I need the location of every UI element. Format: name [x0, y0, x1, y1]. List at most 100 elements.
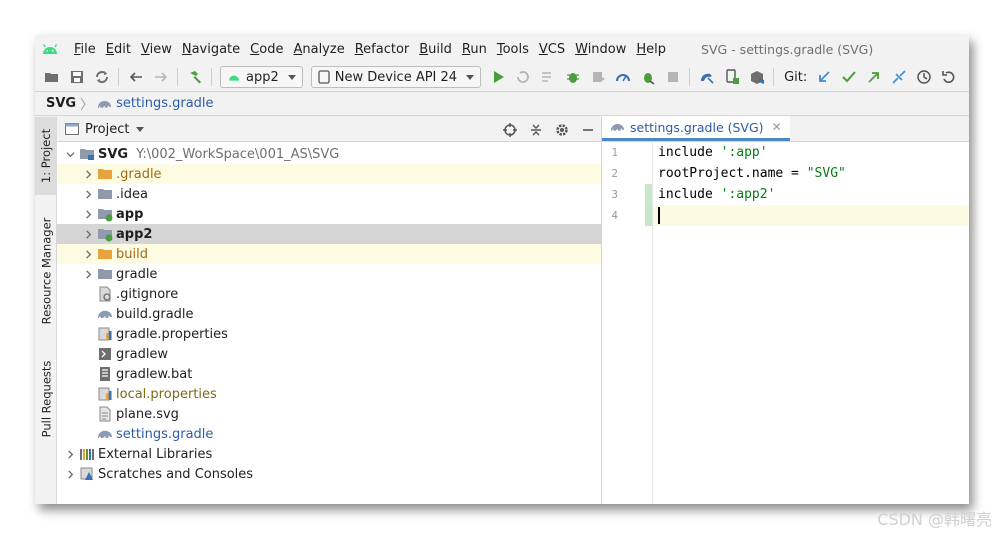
avd-manager-icon[interactable]	[719, 66, 744, 88]
module-selector[interactable]: app2	[220, 66, 303, 88]
stop-icon[interactable]	[660, 66, 685, 88]
sdk-manager-icon[interactable]	[744, 66, 769, 88]
git-history-icon[interactable]	[911, 66, 936, 88]
code-area[interactable]: 1 2 3 4 include ':app' rootProject.name …	[602, 142, 969, 504]
menu-analyze[interactable]: Analyze	[288, 42, 349, 57]
chevron-down-icon[interactable]	[136, 126, 145, 132]
line-number: 1	[611, 146, 618, 159]
properties-file-icon	[97, 326, 113, 342]
vcs-change-marker[interactable]	[645, 184, 652, 226]
locate-target-icon[interactable]	[497, 119, 523, 141]
git-update-icon[interactable]	[811, 66, 836, 88]
menu-run[interactable]: Run	[457, 42, 492, 57]
collapsed-arrow-icon[interactable]	[63, 447, 77, 461]
text-cursor	[658, 207, 660, 224]
menu-tools[interactable]: Tools	[492, 42, 534, 57]
tree-item-label: gradle	[116, 266, 158, 282]
tool-tab-pull-requests[interactable]: Pull Requests	[35, 349, 57, 449]
tree-item-gitignore[interactable]: .gitignore	[57, 284, 601, 304]
coverage-icon[interactable]	[585, 66, 610, 88]
menu-vcs[interactable]: VCS	[534, 42, 570, 57]
menu-edit[interactable]: Edit	[101, 42, 136, 57]
git-push-icon[interactable]	[861, 66, 886, 88]
collapsed-arrow-icon[interactable]	[81, 187, 95, 201]
tree-item-settings-gradle[interactable]: settings.gradle	[57, 424, 601, 444]
collapsed-arrow-icon[interactable]	[81, 167, 95, 181]
menu-code[interactable]: Code	[245, 42, 288, 57]
project-panel-title[interactable]: Project	[85, 122, 129, 137]
ide-window: File Edit View Navigate Code Analyze Ref…	[35, 35, 969, 504]
tree-item-build[interactable]: build	[57, 244, 601, 264]
tree-item-app[interactable]: app	[57, 204, 601, 224]
code-keyword-text: include	[658, 187, 721, 202]
tree-item-dot-gradle[interactable]: .gradle	[57, 164, 601, 184]
open-folder-icon[interactable]	[39, 66, 64, 88]
settings-gear-icon[interactable]	[549, 119, 575, 141]
editor-tab-settings-gradle[interactable]: settings.gradle (SVG) ✕	[602, 116, 790, 141]
tool-tab-resource-manager[interactable]: Resource Manager	[35, 207, 57, 335]
library-icon	[79, 446, 95, 462]
tool-tab-project[interactable]: 1: Project	[35, 117, 57, 195]
tree-item-scratches[interactable]: Scratches and Consoles	[57, 464, 601, 484]
collapsed-arrow-icon[interactable]	[81, 227, 95, 241]
android-logo-icon	[42, 44, 58, 54]
code-lines[interactable]: include ':app' rootProject.name = "SVG" …	[653, 142, 969, 504]
attach-debugger-icon[interactable]	[635, 66, 660, 88]
menu-view[interactable]: View	[136, 42, 177, 57]
device-selector[interactable]: New Device API 24	[310, 66, 482, 88]
expanded-arrow-icon[interactable]	[63, 147, 77, 161]
git-merge-icon[interactable]	[886, 66, 911, 88]
apply-code-changes-icon[interactable]	[535, 66, 560, 88]
tree-item-gradlew[interactable]: gradlew	[57, 344, 601, 364]
menu-window[interactable]: Window	[570, 42, 631, 57]
git-label: Git:	[784, 69, 808, 85]
tree-item-local-properties[interactable]: local.properties	[57, 384, 601, 404]
tree-item-gradle[interactable]: gradle	[57, 264, 601, 284]
chevron-down-icon	[287, 74, 296, 80]
menu-refactor[interactable]: Refactor	[350, 42, 415, 57]
tree-root-svg[interactable]: SVG Y:\002_WorkSpace\001_AS\SVG	[57, 144, 601, 164]
code-line-current[interactable]	[653, 205, 969, 226]
apply-changes-icon[interactable]	[510, 66, 535, 88]
tree-item-build-gradle[interactable]: build.gradle	[57, 304, 601, 324]
profile-gauge-icon[interactable]	[610, 66, 635, 88]
watermark: CSDN @韩曙亮	[877, 510, 992, 529]
collapse-all-icon[interactable]	[523, 119, 549, 141]
sync-icon[interactable]	[89, 66, 114, 88]
back-arrow-icon[interactable]	[123, 66, 148, 88]
collapsed-arrow-icon[interactable]	[81, 247, 95, 261]
tree-item-idea[interactable]: .idea	[57, 184, 601, 204]
gradle-sync-icon[interactable]	[694, 66, 719, 88]
menu-navigate[interactable]: Navigate	[177, 42, 245, 57]
hide-minimize-icon[interactable]	[575, 119, 601, 141]
run-icon[interactable]	[485, 66, 510, 88]
breadcrumb-root[interactable]: SVG	[46, 96, 76, 111]
forward-arrow-icon[interactable]	[148, 66, 173, 88]
toolbar-separator	[118, 68, 119, 86]
breadcrumb-file[interactable]: settings.gradle	[116, 96, 213, 111]
debug-bug-icon[interactable]	[560, 66, 585, 88]
text-file-icon	[97, 366, 113, 382]
save-all-icon[interactable]	[64, 66, 89, 88]
module-folder-icon	[97, 226, 113, 242]
menu-help[interactable]: Help	[631, 42, 671, 57]
code-line[interactable]: include ':app'	[653, 142, 969, 163]
git-rollback-icon[interactable]	[936, 66, 961, 88]
code-line[interactable]: include ':app2'	[653, 184, 969, 205]
menu-build[interactable]: Build	[414, 42, 457, 57]
tree-item-external-libraries[interactable]: External Libraries	[57, 444, 601, 464]
collapsed-arrow-icon[interactable]	[63, 467, 77, 481]
collapsed-arrow-icon[interactable]	[81, 267, 95, 281]
tree-item-gradle-properties[interactable]: gradle.properties	[57, 324, 601, 344]
tree-item-label: External Libraries	[98, 446, 213, 462]
menu-file[interactable]: File	[69, 42, 101, 57]
collapsed-arrow-icon[interactable]	[81, 207, 95, 221]
build-hammer-icon[interactable]	[182, 66, 207, 88]
tree-item-app2[interactable]: app2	[57, 224, 601, 244]
git-commit-icon[interactable]	[836, 66, 861, 88]
code-line[interactable]: rootProject.name = "SVG"	[653, 163, 969, 184]
close-icon[interactable]: ✕	[772, 120, 782, 134]
tree-item-plane-svg[interactable]: plane.svg	[57, 404, 601, 424]
left-tool-strip: 1: Project Resource Manager Pull Request…	[35, 117, 57, 504]
tree-item-gradlew-bat[interactable]: gradlew.bat	[57, 364, 601, 384]
